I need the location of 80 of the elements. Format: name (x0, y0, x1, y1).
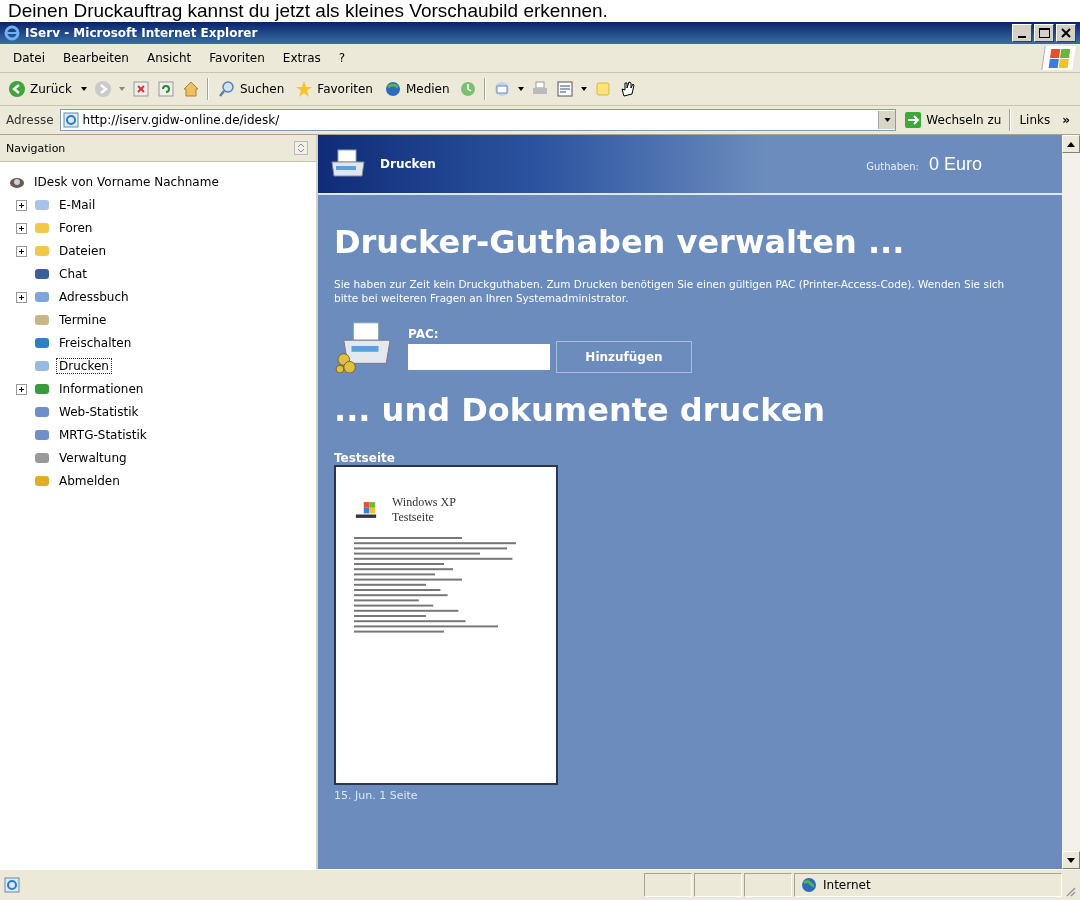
status-pane (644, 873, 692, 897)
windows-flag-icon (1041, 46, 1076, 70)
search-button[interactable]: Suchen (215, 78, 287, 100)
tree-item[interactable]: Dateien (56, 243, 109, 259)
page-icon (62, 112, 79, 128)
maximize-button[interactable] (1034, 24, 1054, 42)
address-field[interactable]: http://iserv.gidw-online.de/idesk/ (59, 109, 897, 131)
back-button[interactable]: Zurück (6, 78, 74, 100)
edit-icon[interactable] (555, 80, 574, 98)
info-text: Sie haben zur Zeit kein Druckguthaben. Zum Drucken benötigen Sie einen gültigen PAC (Printer-Access-Code). Wenden Sie sich bitte bei weiteren Fragen an Ihren Systemadministrator. (334, 277, 1006, 305)
browser-logo-icon (4, 25, 20, 41)
expand-toggle[interactable] (16, 383, 27, 395)
refresh-icon[interactable] (156, 80, 175, 98)
favorites-button[interactable]: Favoriten (293, 78, 375, 100)
document-title: Testseite (334, 451, 395, 465)
tree-item[interactable]: Termine (56, 312, 110, 328)
expand-toggle[interactable] (16, 245, 27, 257)
menu-item[interactable]: Favoriten (202, 49, 272, 67)
close-icon (1061, 28, 1071, 38)
window-title: IServ - Microsoft Internet Explorer (25, 26, 259, 40)
tree-item[interactable]: Abmelden (56, 473, 123, 489)
go-button[interactable]: Wechseln zu (902, 109, 1004, 131)
tree-item[interactable]: MRTG-Statistik (56, 427, 150, 443)
sidebar-title: Navigation (6, 141, 66, 155)
address-label: Adresse (6, 113, 54, 127)
balance-label: Guthaben: (866, 160, 919, 172)
links-button[interactable]: Links (1017, 111, 1053, 129)
tree-item[interactable]: Adressbuch (56, 289, 132, 305)
tree-item[interactable]: Verwaltung (56, 450, 130, 466)
minimize-button[interactable] (1012, 24, 1032, 42)
scroll-down-icon[interactable] (1067, 857, 1075, 863)
menu-item[interactable]: ? (331, 49, 353, 67)
caret-icon[interactable] (80, 87, 87, 91)
expand-toggle[interactable] (16, 199, 27, 211)
chevron-button[interactable]: » (1058, 113, 1074, 127)
scrollbar[interactable] (1062, 135, 1080, 869)
menu-item[interactable]: Datei (6, 49, 52, 67)
heading: ... und Dokumente drucken (334, 391, 826, 429)
tree-root[interactable]: IDesk von Vorname Nachname (31, 174, 222, 190)
sync-icon[interactable] (294, 141, 308, 155)
pac-label: PAC: (408, 327, 440, 341)
stop-icon[interactable] (131, 80, 150, 98)
search-icon (217, 80, 236, 98)
tree-item[interactable]: Informationen (56, 381, 147, 397)
star-icon (295, 80, 314, 98)
status-pane (744, 873, 792, 897)
menu-item[interactable]: Bearbeiten (56, 49, 136, 67)
scroll-up-icon[interactable] (1067, 141, 1075, 147)
close-button[interactable] (1056, 24, 1076, 42)
document-caption: 15. Jun. 1 Seite (334, 789, 418, 802)
menu-item[interactable]: Extras (275, 49, 328, 67)
caret-icon (883, 118, 891, 122)
document-heading: Windows XP (392, 495, 456, 510)
dropdown-button[interactable] (878, 111, 896, 129)
resize-grip-icon[interactable] (1064, 885, 1076, 897)
heading: Drucker-Guthaben verwalten ... (334, 223, 905, 261)
tree-item[interactable]: Web-Statistik (56, 404, 142, 420)
media-button[interactable]: Medien (381, 78, 452, 100)
status-pane (694, 873, 742, 897)
document-thumbnail[interactable]: Windows XP Testseite (334, 465, 558, 785)
menu-item[interactable]: Ansicht (139, 49, 199, 67)
expand-toggle[interactable] (16, 222, 27, 234)
zone-label: Internet (823, 878, 871, 892)
tree-item[interactable]: E-Mail (56, 197, 99, 213)
tree-item[interactable]: Drucken (56, 358, 112, 374)
page-header-title: Drucken (380, 157, 437, 171)
caption-text: Deinen Druckauftrag kannst du jetzt als kleines Vorschaubild erkennen. (0, 0, 1080, 22)
home-icon[interactable] (181, 80, 200, 98)
tree-item[interactable]: Foren (56, 220, 96, 236)
page-icon (4, 877, 20, 893)
tree-item[interactable]: Chat (56, 266, 91, 282)
expand-toggle[interactable] (16, 291, 27, 303)
caret-icon[interactable] (517, 87, 524, 91)
balance-value: 0 Euro (928, 153, 982, 175)
hand-icon[interactable] (618, 80, 637, 98)
caret-icon[interactable] (580, 87, 587, 91)
windows-logo-icon (354, 501, 378, 519)
tree-item[interactable]: Freischalten (56, 335, 135, 351)
document-subheading: Testseite (392, 510, 435, 525)
pac-input-field[interactable] (408, 344, 550, 370)
